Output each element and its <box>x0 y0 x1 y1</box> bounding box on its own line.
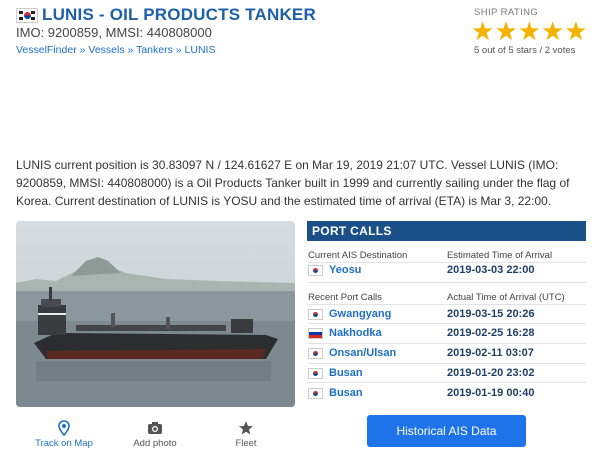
current-destination-label: Current AIS Destination <box>308 250 408 261</box>
port-call-port[interactable]: Gwangyang <box>329 308 391 320</box>
flag-korea-icon <box>308 348 323 359</box>
port-call-port[interactable]: Onsan/Ulsan <box>329 347 396 359</box>
track-on-map-tab[interactable]: Track on Map <box>30 420 98 449</box>
flag-korea-icon <box>308 309 323 320</box>
add-photo-tab[interactable]: Add photo <box>127 420 183 449</box>
vessel-ids: IMO: 9200859, MMSI: 440808000 <box>16 25 212 40</box>
camera-icon <box>148 422 162 434</box>
current-eta-time: 2019-03-03 22:00 <box>447 264 535 276</box>
flag-korea-icon <box>308 388 323 399</box>
port-call-time: 2019-03-15 20:26 <box>447 308 535 320</box>
eta-label: Estimated Time of Arrival <box>447 250 553 261</box>
star-icon[interactable]: ★ <box>564 16 587 46</box>
breadcrumb-lunis[interactable]: LUNIS <box>185 44 216 56</box>
recent-port-calls-label: Recent Port Calls <box>308 292 382 303</box>
breadcrumb-vessels[interactable]: Vessels <box>88 44 124 56</box>
map-pin-icon <box>58 420 70 436</box>
breadcrumb-vesselfinder[interactable]: VesselFinder <box>16 44 77 56</box>
breadcrumb-tankers[interactable]: Tankers <box>136 44 173 56</box>
page-title: LUNIS - OIL PRODUCTS TANKER <box>42 5 316 24</box>
port-call-time: 2019-02-11 03:07 <box>447 347 534 359</box>
breadcrumb-separator: » <box>124 44 137 56</box>
star-icon[interactable]: ★ <box>541 16 564 46</box>
star-icon[interactable]: ★ <box>471 16 494 46</box>
port-call-port[interactable]: Nakhodka <box>329 327 382 339</box>
port-call-time: 2019-01-20 23:02 <box>447 367 535 379</box>
ata-label: Actual Time of Arrival (UTC) <box>447 292 565 303</box>
vessel-photo[interactable] <box>16 221 295 407</box>
historical-ais-data-button[interactable]: Historical AIS Data <box>367 415 526 447</box>
flag-korea-icon <box>16 8 38 23</box>
flag-korea-icon <box>308 265 323 276</box>
rating-summary: 5 out of 5 stars / 2 votes <box>474 45 576 56</box>
current-destination-port[interactable]: Yeosu <box>329 264 361 276</box>
port-call-time: 2019-01-19 00:40 <box>447 387 535 399</box>
star-icon[interactable]: ★ <box>494 16 517 46</box>
flag-russia-icon <box>308 328 323 339</box>
track-on-map-label: Track on Map <box>35 438 93 449</box>
port-call-port[interactable]: Busan <box>329 367 363 379</box>
vessel-description: LUNIS current position is 30.83097 N / 1… <box>16 158 570 208</box>
add-photo-label: Add photo <box>133 438 177 449</box>
port-call-time: 2019-02-25 16:28 <box>447 327 535 339</box>
star-icon <box>239 421 253 435</box>
flag-korea-icon <box>308 368 323 379</box>
breadcrumb: VesselFinder » Vessels » Tankers » LUNIS <box>16 44 215 56</box>
star-icon[interactable]: ★ <box>518 16 541 46</box>
fleet-tab[interactable]: Fleet <box>228 420 264 449</box>
breadcrumb-separator: » <box>172 44 185 56</box>
breadcrumb-separator: » <box>76 44 89 56</box>
rating-stars[interactable]: ★★★★★ <box>471 18 588 45</box>
port-call-port[interactable]: Busan <box>329 387 363 399</box>
fleet-label: Fleet <box>235 438 257 449</box>
port-calls-heading: PORT CALLS <box>307 221 586 241</box>
